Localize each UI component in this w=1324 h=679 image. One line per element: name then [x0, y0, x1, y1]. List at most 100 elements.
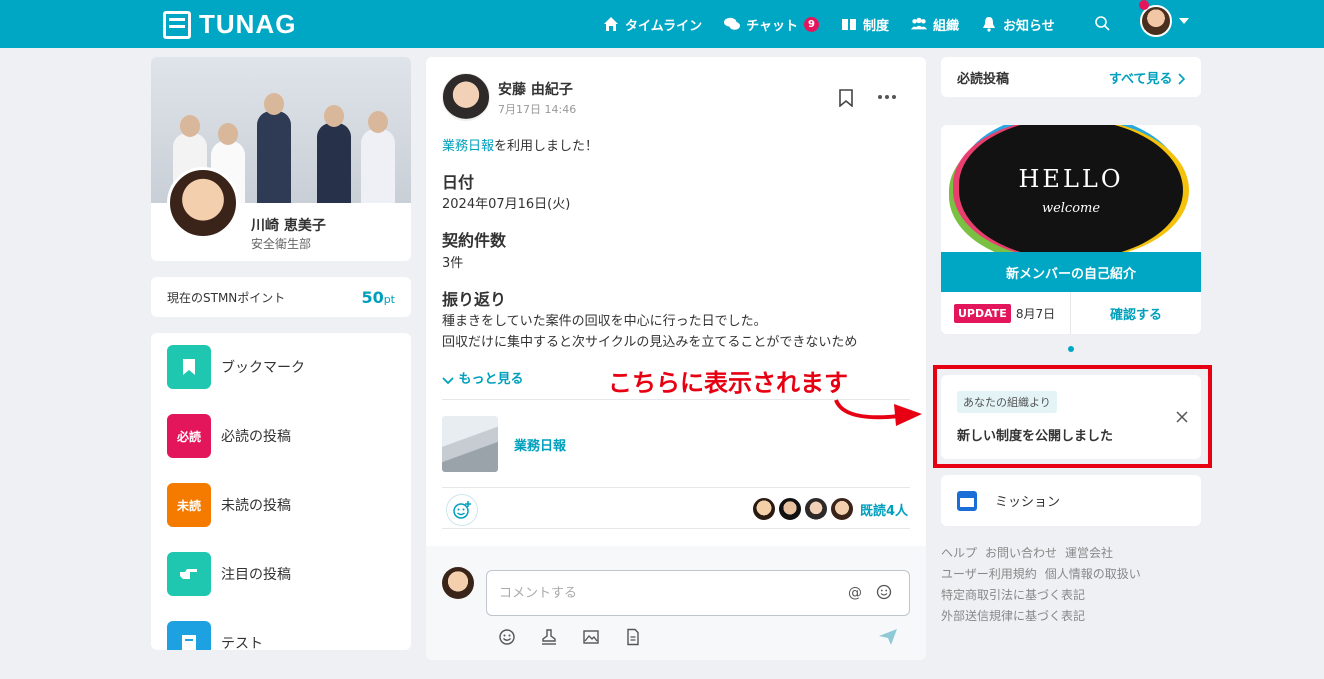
footer-link-external-transmission[interactable]: 外部送信規律に基づく表記 [941, 609, 1085, 623]
confirm-button[interactable]: 確認する [1071, 292, 1201, 334]
update-badge: UPDATE [954, 303, 1011, 323]
send-icon[interactable] [878, 628, 898, 646]
add-reaction-button[interactable] [446, 494, 478, 526]
footer-link-commercial-law[interactable]: 特定商取引法に基づく表記 [941, 588, 1085, 602]
nav-notifications-label: お知らせ [1003, 18, 1055, 34]
section-body: 3件 [442, 255, 464, 271]
chat-unread-badge: 9 [803, 16, 819, 32]
test-icon [167, 621, 211, 650]
profile-card: 川崎 恵美子 安全衛生部 [151, 57, 411, 261]
points-card[interactable]: 現在のSTMNポイント 50pt [151, 277, 411, 317]
footer-links: ヘルプ お問い合わせ 運営会社 ユーザー利用規約 個人情報の取扱い 特定商取引法に基づ… [941, 543, 1201, 627]
main-nav: タイムライン チャット 9 制度 組織 お知らせ [603, 0, 1055, 48]
menu-item-must-read[interactable]: 必読 必読の投稿 [167, 414, 291, 458]
post-author-name[interactable]: 安藤 由紀子 [498, 79, 573, 99]
nav-system[interactable]: 制度 [841, 15, 889, 34]
logo-mark-icon [163, 10, 191, 39]
section-body: 2024年07月16日(火) [442, 197, 571, 213]
menu-item-featured[interactable]: 注目の投稿 [167, 552, 291, 596]
menu-item-label: 必読の投稿 [221, 429, 291, 445]
profile-name[interactable]: 川崎 恵美子 [251, 215, 326, 235]
menu-item-unread[interactable]: 未読 未読の投稿 [167, 483, 291, 527]
readers-list[interactable]: 既読4人 [752, 497, 908, 521]
commenter-avatar [442, 567, 474, 599]
pointing-hand-icon [167, 552, 211, 596]
section-body: 種まきをしていた案件の回収を中心に行った日でした。 [442, 314, 767, 330]
see-all-link[interactable]: すべて見る [1109, 68, 1186, 87]
mention-button[interactable]: @ [848, 585, 862, 601]
featured-post-card[interactable]: HELLO welcome 新メンバーの自己紹介 UPDATE 8月7日 確認す… [941, 125, 1201, 334]
featured-image-subtitle: welcome [1041, 201, 1101, 216]
unread-icon: 未読 [167, 483, 211, 527]
post-date: 7月17日 14:46 [498, 103, 577, 116]
more-options-icon[interactable] [878, 95, 896, 99]
nav-timeline[interactable]: タイムライン [603, 15, 702, 34]
show-more-link[interactable]: もっと見る [442, 368, 524, 387]
featured-image: HELLO welcome [941, 125, 1201, 252]
smile-plus-icon [453, 501, 471, 519]
top-header: TUNAG タイムライン チャット 9 制度 組織 お知らせ [0, 0, 1324, 48]
profile-avatar[interactable] [167, 167, 239, 239]
file-icon[interactable] [624, 628, 642, 646]
section-title: 振り返り [442, 289, 507, 309]
section-title: 日付 [442, 172, 475, 192]
nav-chat[interactable]: チャット 9 [724, 15, 819, 34]
logo-text: TUNAG [199, 9, 297, 39]
tunag-logo[interactable]: TUNAG [163, 9, 296, 40]
post-intro-link[interactable]: 業務日報 [442, 139, 494, 154]
section-title: 契約件数 [442, 231, 507, 251]
reader-avatar [804, 497, 828, 521]
menu-item-bookmark[interactable]: ブックマーク [167, 345, 305, 389]
stamp-icon[interactable] [540, 628, 558, 646]
notification-dot [1139, 0, 1149, 10]
featured-image-title: HELLO [1018, 165, 1124, 193]
featured-title: 新メンバーの自己紹介 [941, 252, 1201, 292]
footer-link-privacy[interactable]: 個人情報の取扱い [1045, 567, 1141, 581]
section-body-cut: 回収だけに集中すると次サイクルの見込みを立てることができないため [442, 334, 858, 350]
profile-department: 安全衛生部 [251, 237, 312, 251]
must-read-title: 必読投稿 [957, 71, 1010, 87]
comment-input[interactable] [486, 570, 910, 616]
attachment-thumbnail[interactable] [442, 416, 498, 472]
points-value: 50pt [361, 287, 395, 307]
home-icon [604, 17, 618, 31]
footer-link-terms[interactable]: ユーザー利用規約 [941, 567, 1037, 581]
mission-link[interactable]: ミッション [941, 475, 1201, 526]
bell-icon [983, 17, 995, 32]
menu-item-label: 未読の投稿 [221, 498, 291, 514]
nav-organization[interactable]: 組織 [910, 15, 959, 34]
reader-avatar [752, 497, 776, 521]
emoji-icon[interactable] [498, 628, 516, 646]
bookmark-icon[interactable] [838, 89, 854, 107]
people-icon [910, 17, 927, 30]
annotation-arrow-icon [834, 399, 922, 426]
timeline-post: 安藤 由紀子 7月17日 14:46 業務日報を利用しました！ 日付 2024年… [426, 57, 926, 660]
highlight-frame [933, 365, 1212, 468]
points-label: 現在のSTMNポイント [167, 290, 286, 305]
carousel-dot[interactable] [1068, 346, 1074, 352]
menu-item-label: 注目の投稿 [221, 567, 291, 583]
search-icon[interactable] [1093, 14, 1113, 34]
footer-link-contact[interactable]: お問い合わせ [985, 546, 1057, 560]
attachment-label[interactable]: 業務日報 [514, 435, 566, 454]
nav-organization-label: 組織 [932, 18, 959, 34]
update-info: UPDATE 8月7日 [941, 292, 1071, 334]
footer-link-help[interactable]: ヘルプ [941, 546, 977, 560]
divider [442, 487, 910, 488]
read-count[interactable]: 既読4人 [860, 500, 908, 519]
nav-timeline-label: タイムライン [625, 18, 703, 34]
footer-link-company[interactable]: 運営会社 [1065, 546, 1113, 560]
post-intro: 業務日報を利用しました！ [442, 139, 599, 154]
image-icon[interactable] [582, 628, 600, 646]
bookmark-icon [167, 345, 211, 389]
chevron-down-icon[interactable] [1179, 18, 1189, 24]
comment-area: @ [426, 546, 926, 660]
post-author-avatar[interactable] [442, 73, 490, 121]
menu-item-test[interactable]: テスト [167, 621, 263, 650]
nav-notifications[interactable]: お知らせ [981, 15, 1055, 34]
must-read-header: 必読投稿 すべて見る [941, 57, 1201, 97]
mission-icon [957, 490, 977, 511]
emoji-icon[interactable] [876, 584, 892, 600]
featured-footer: UPDATE 8月7日 確認する [941, 292, 1201, 334]
nav-chat-label: チャット [746, 18, 798, 34]
